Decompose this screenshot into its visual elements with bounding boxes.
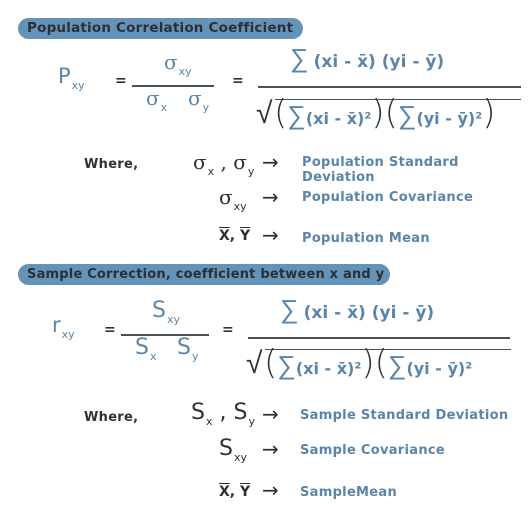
fraction-bar: [248, 337, 510, 339]
numerator-expression: (xi - x̄) (yi - ȳ): [303, 303, 435, 323]
right-paren: ): [482, 93, 496, 133]
definition-meaning: Sample Standard Deviation: [300, 408, 509, 423]
lhs-subscript: xy: [61, 328, 75, 341]
summation-icon: ∑: [280, 295, 299, 325]
definition-symbol: X, Y: [219, 228, 251, 244]
summation-icon: ∑: [277, 351, 296, 381]
sqrt-icon: √: [256, 96, 273, 131]
numerator-expression: (xi - x̄) (yi - ȳ): [313, 52, 445, 72]
left-paren: (: [274, 93, 288, 133]
definition-symbol: X, Y: [219, 484, 251, 500]
where-label: Where,: [84, 410, 139, 425]
denominator-left-term: (xi - x̄)²: [295, 359, 362, 378]
sqrt-denominator: √: [256, 96, 272, 131]
sum-numerator: ∑ (xi - x̄) (yi - ȳ): [280, 294, 434, 325]
sigma-symbol: σ: [164, 50, 178, 74]
lhs-symbol: P: [58, 64, 71, 88]
equals-sign: =: [222, 322, 234, 338]
covariance-numerator: σxy: [164, 50, 192, 78]
right-paren: ): [371, 93, 385, 133]
sqrt-icon: √: [246, 346, 263, 381]
s-symbol: S: [152, 298, 166, 323]
denominator-terms: (∑(xi - x̄)²)(∑(yi - ȳ)²): [274, 93, 495, 133]
definition-meaning: Population Mean: [302, 231, 430, 246]
definition-symbol: σx , σy: [193, 150, 255, 178]
arrow-icon: →: [262, 402, 279, 426]
definition-meaning: Population Standard Deviation: [302, 155, 459, 185]
denominator-left-term: (xi - x̄)²: [305, 109, 372, 128]
right-paren: ): [361, 343, 375, 383]
sigma-symbol: σ: [188, 86, 202, 110]
left-paren: (: [374, 343, 388, 383]
subscript: x: [149, 350, 157, 363]
left-paren: (: [264, 343, 278, 383]
population-header: Population Correlation Coefficient: [18, 18, 304, 39]
arrow-icon: →: [262, 478, 279, 502]
subscript: xy: [166, 313, 180, 326]
s-symbol: S: [177, 335, 191, 360]
denominator-terms: (∑(xi - x̄)²)(∑(yi - ȳ)²: [264, 343, 472, 383]
sample-lhs: rxy: [52, 313, 75, 341]
fraction-bar: [258, 86, 521, 88]
arrow-icon: →: [262, 437, 279, 461]
subscript: x: [160, 101, 168, 114]
left-paren: (: [384, 93, 398, 133]
s-symbol: S: [135, 335, 149, 360]
subscript: y: [202, 101, 210, 114]
arrow-icon: →: [262, 150, 279, 174]
definition-symbol: Sx , Sy: [191, 400, 255, 428]
equals-sign: =: [115, 73, 127, 89]
denominator-right-term: (yi - ȳ)²: [406, 359, 473, 378]
std-y-denominator: Sy: [177, 335, 199, 363]
definition-symbol: σxy: [219, 185, 247, 213]
lhs-subscript: xy: [71, 79, 85, 92]
lhs-symbol: r: [52, 313, 61, 337]
std-x-denominator: Sx: [135, 335, 157, 363]
sample-header: Sample Correction, coefficient between x…: [18, 264, 391, 285]
equals-sign: =: [232, 73, 244, 89]
std-x-denominator: σx: [146, 86, 167, 114]
std-y-denominator: σy: [188, 86, 209, 114]
sigma-symbol: σ: [146, 86, 160, 110]
summation-icon: ∑: [387, 351, 407, 381]
covariance-numerator: Sxy: [152, 298, 180, 326]
where-label: Where,: [84, 157, 139, 172]
sqrt-denominator: √: [246, 346, 262, 381]
definition-symbol: Sxy: [219, 436, 247, 464]
equals-sign: =: [104, 322, 116, 338]
population-lhs: Pxy: [58, 64, 85, 92]
subscript: xy: [178, 65, 192, 78]
definition-meaning: Sample Covariance: [300, 443, 446, 458]
definition-meaning: SampleMean: [300, 485, 398, 500]
arrow-icon: →: [262, 185, 279, 209]
subscript: y: [191, 350, 199, 363]
summation-icon: ∑: [397, 101, 417, 131]
summation-icon: ∑: [290, 44, 309, 74]
summation-icon: ∑: [287, 101, 306, 131]
denominator-right-term: (yi - ȳ)²: [416, 109, 483, 128]
sum-numerator: ∑ (xi - x̄) (yi - ȳ): [290, 43, 444, 74]
definition-meaning: Population Covariance: [302, 190, 474, 205]
arrow-icon: →: [262, 223, 279, 247]
